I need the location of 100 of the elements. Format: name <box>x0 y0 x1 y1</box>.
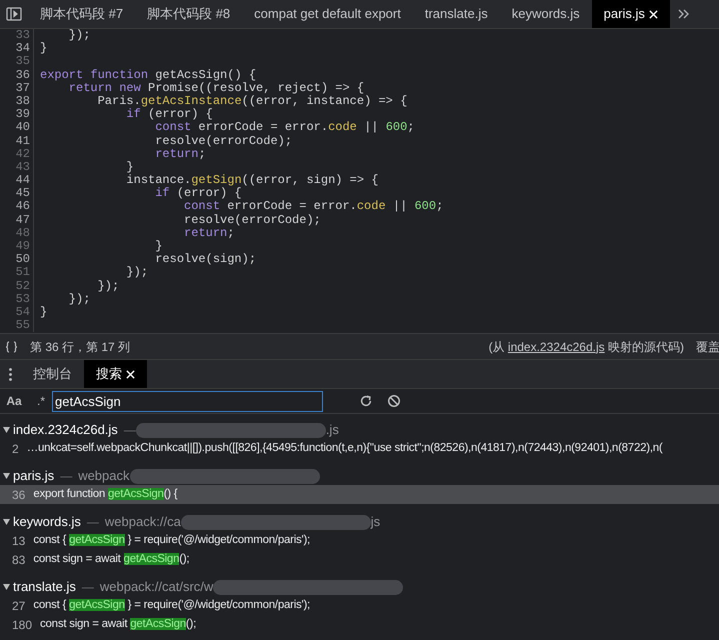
line-number: 43 <box>0 160 34 174</box>
tab[interactable]: 脚本代码段 #8 <box>135 0 242 28</box>
result-path: webpack <box>78 467 130 486</box>
result-path: webpack://cat/src/w <box>100 578 214 596</box>
code-line: } <box>154 240 162 253</box>
close-icon[interactable] <box>126 370 135 378</box>
result-line-number: 83 <box>12 552 26 568</box>
code-line: } <box>39 306 48 320</box>
tab[interactable]: 脚本代码段 #7 <box>28 0 136 28</box>
result-file-name[interactable]: translate.js <box>13 577 76 597</box>
code-line: export function getAcsSign() { <box>39 68 256 82</box>
sidebar-toggle-icon[interactable] <box>6 7 22 21</box>
code-line: resolve(sign); <box>154 253 256 266</box>
code-line: const errorCode = error.code || 600; <box>154 121 414 134</box>
result-row[interactable]: 83 const sign = await getAcsSign(); <box>0 550 719 569</box>
result-line-number: 2 <box>12 440 19 458</box>
line-number: 51 <box>0 266 34 280</box>
code-line: } <box>39 42 48 56</box>
code-line: return new Promise((resolve, reject) => { <box>68 82 364 95</box>
code-line: } <box>125 160 134 174</box>
tab[interactable]: translate.js <box>412 0 500 28</box>
result-path: js <box>370 513 380 532</box>
line-number: 46 <box>0 200 34 214</box>
expand-arrow-icon[interactable] <box>3 427 10 433</box>
code-line: }); <box>68 292 90 306</box>
code-line: }); <box>125 266 148 280</box>
code-line: resolve(errorCode); <box>154 134 292 148</box>
line-number: 45 <box>0 187 34 200</box>
line-number: 53 <box>0 292 34 306</box>
result-row[interactable]: 13 const { getAcsSign } = require('@/widget/common/paris'); <box>0 531 719 550</box>
result-path: .js <box>326 421 339 440</box>
path-separator: — <box>82 579 94 596</box>
result-file-name[interactable]: paris.js <box>13 466 54 486</box>
line-number: 47 <box>0 214 34 227</box>
line-number: 38 <box>0 94 34 108</box>
tab[interactable]: keywords.js <box>500 0 592 28</box>
result-row[interactable]: 36 export function getAcsSign() { <box>0 485 719 504</box>
tab[interactable]: 控制台 <box>21 360 84 388</box>
path-separator: — <box>60 468 72 485</box>
source-link[interactable]: index.2324c26d.js <box>508 340 605 354</box>
code-line: instance.getSign((error, sign) => { <box>125 174 378 188</box>
result-text: const sign = await getAcsSign(); <box>40 616 196 632</box>
source-map-text: (从 index.2324c26d.js 映射的源代码) <box>488 338 684 356</box>
result-file-name[interactable]: keywords.js <box>13 512 81 532</box>
tab[interactable]: 搜索 <box>84 360 147 388</box>
result-line-number: 36 <box>12 486 26 504</box>
pretty-print-icon[interactable] <box>5 340 18 352</box>
tab[interactable]: paris.js <box>592 0 670 28</box>
line-number: 41 <box>0 134 34 148</box>
line-number: 36 <box>0 68 34 82</box>
path-separator: — <box>86 514 99 531</box>
cursor-position: 第 36 行，第 17 列 <box>30 338 130 356</box>
line-number: 55 <box>0 319 34 332</box>
code-line: const errorCode = error.code || 600; <box>183 200 444 214</box>
line-number: 52 <box>0 280 34 293</box>
result-row[interactable]: 180 const sign = await getAcsSign(); <box>0 615 719 634</box>
code-line: Paris.getAcsInstance((error, instance) => { <box>96 94 408 108</box>
more-tabs-icon[interactable] <box>678 9 690 19</box>
expand-arrow-icon[interactable] <box>3 519 10 525</box>
regex-toggle[interactable]: .* <box>34 392 48 410</box>
result-row[interactable]: 27 const { getAcsSign } = require('@/widget/common/paris'); <box>0 596 719 615</box>
result-line-number: 27 <box>12 598 26 614</box>
refresh-icon[interactable] <box>359 394 373 408</box>
line-number: 39 <box>0 108 34 122</box>
code-line: }); <box>68 29 90 42</box>
result-line-number: 13 <box>12 532 26 550</box>
expand-arrow-icon[interactable] <box>3 584 10 590</box>
search-field[interactable]: getAcsSign <box>52 390 323 412</box>
line-number: 37 <box>0 82 34 95</box>
line-number: 54 <box>0 306 34 320</box>
close-icon[interactable] <box>648 10 658 18</box>
line-number: 50 <box>0 253 34 266</box>
result-text: const { getAcsSign } = require('@/widget/common/paris'); <box>33 598 310 613</box>
tab[interactable]: compat get default export <box>242 0 413 28</box>
result-path: webpack://ca <box>104 513 181 532</box>
code-line: if (error) { <box>125 108 213 122</box>
line-number: 42 <box>0 148 34 161</box>
clear-icon[interactable] <box>387 394 401 408</box>
expand-arrow-icon[interactable] <box>3 473 10 479</box>
code-line: if (error) { <box>154 187 242 200</box>
code-line: return; <box>154 148 206 161</box>
match-case-toggle[interactable]: Aa <box>4 392 24 410</box>
result-text: const sign = await getAcsSign(); <box>33 552 190 567</box>
line-number: 34 <box>0 42 34 56</box>
line-number: 49 <box>0 240 34 254</box>
more-icon[interactable] <box>9 368 12 380</box>
line-number: 33 <box>0 29 34 42</box>
path-separator: — <box>124 422 136 439</box>
line-number: 40 <box>0 121 34 134</box>
code-line: return; <box>183 226 234 240</box>
result-row[interactable]: 2 …unkcat=self.webpackChunkcat||[]).push([[826],{45495:function(t,e,n){"use strict";n(82526),n(41817),n(72443),n(92401),n(8722),n( <box>0 439 719 458</box>
code-line: resolve(errorCode); <box>183 214 321 227</box>
result-text: const { getAcsSign } = require('@/widget/common/paris'); <box>33 532 310 548</box>
line-number: 44 <box>0 174 34 188</box>
line-number: 48 <box>0 226 34 240</box>
code-line: }); <box>96 280 120 293</box>
line-number: 35 <box>0 55 34 69</box>
result-file-name[interactable]: index.2324c26d.js <box>13 420 118 440</box>
result-line-number: 180 <box>12 616 32 634</box>
result-text: export function getAcsSign() { <box>33 486 178 502</box>
